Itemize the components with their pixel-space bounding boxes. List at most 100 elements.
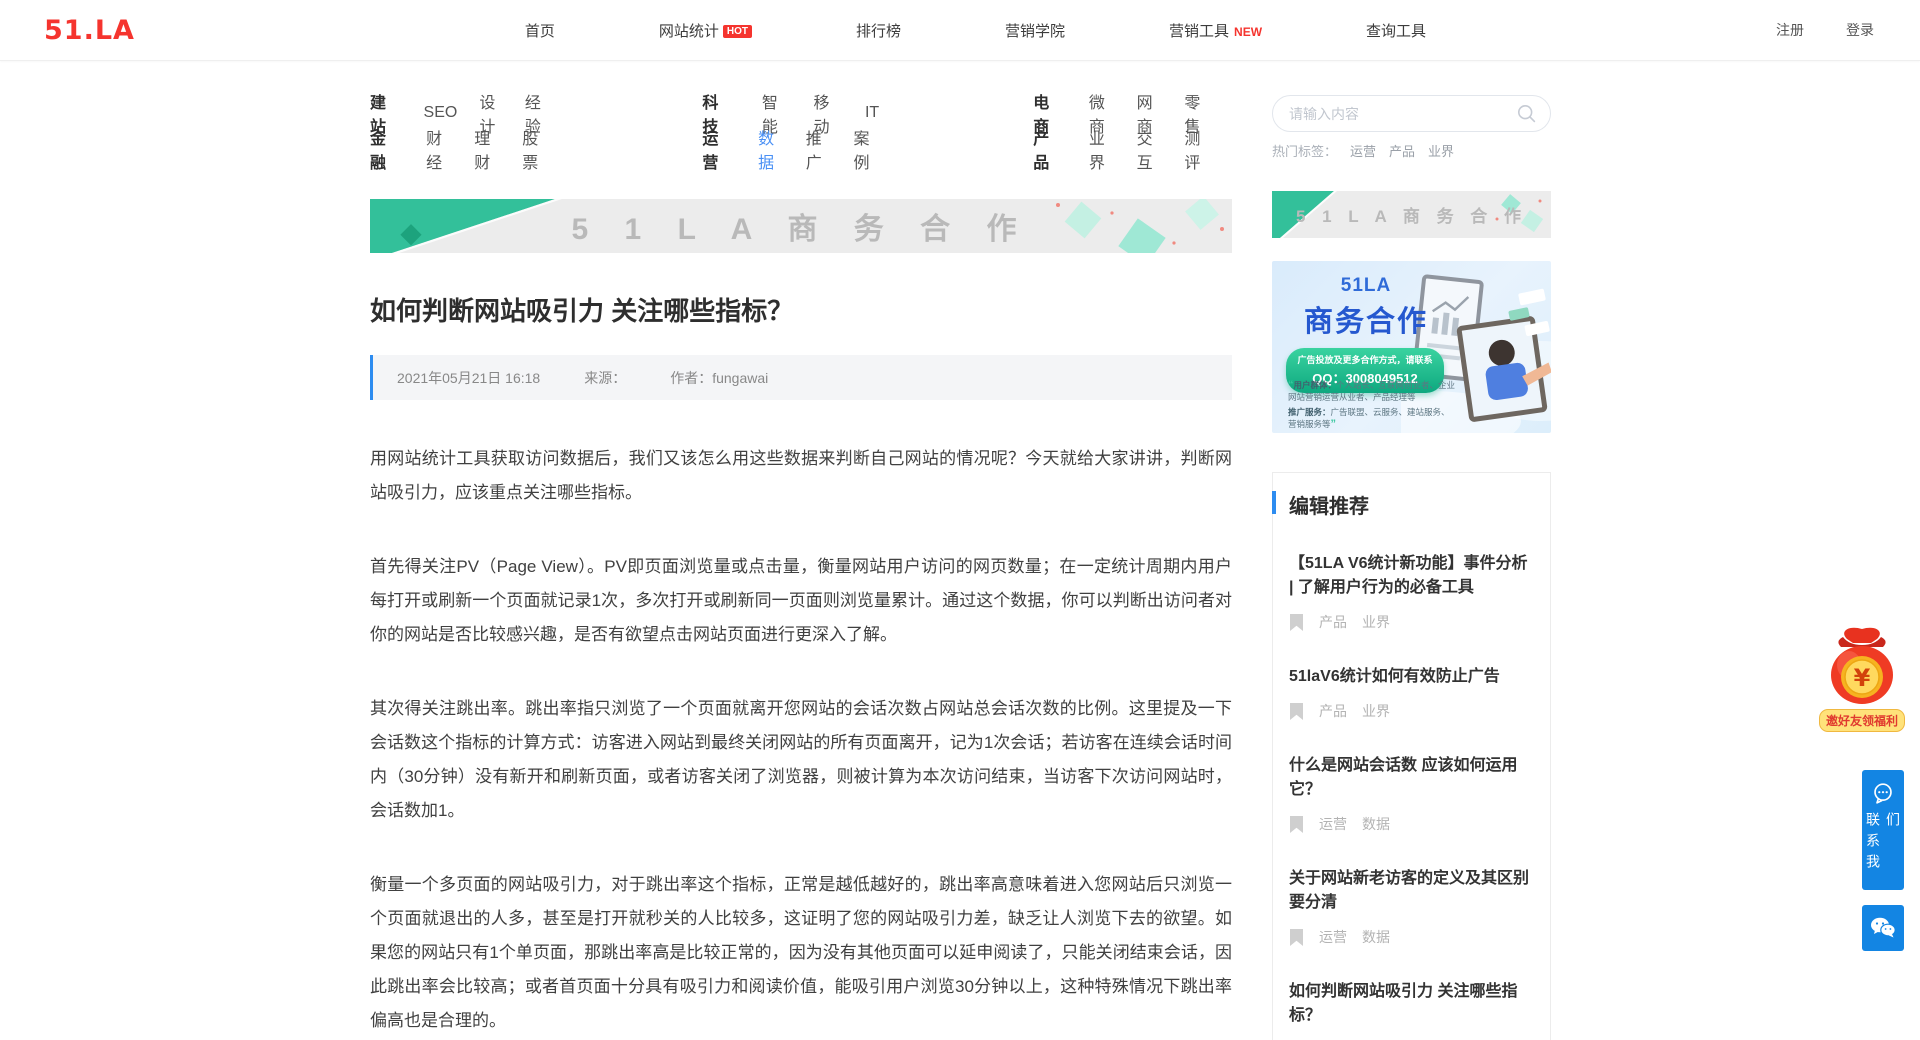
main-column: 建站 SEO 设计 经验 金融 财经 理财 股票 科技 智能 移动 IT [370, 95, 1232, 1040]
category-group-ecommerce: 电商 微商 网商 零售 产品 业界 交互 测评 [1033, 95, 1232, 167]
nav-item-label: 营销工具 [1169, 23, 1229, 40]
recommend-item-title[interactable]: 关于网站新老访客的定义及其区别要分清 [1289, 867, 1534, 915]
search-box [1272, 95, 1551, 132]
category-link-licai[interactable]: 理财 [474, 125, 500, 173]
category-row: 运营 数据 推广 案例 [702, 131, 901, 167]
top-navbar: 51.LA 首页 网站统计 HOT 排行榜 营销学院 营销工具NEW 查询工具 注… [0, 0, 1920, 61]
bookmark-icon [1289, 703, 1304, 720]
nav-item-ranking[interactable]: 排行榜 [856, 20, 901, 41]
hot-tag-yunying[interactable]: 运营 [1350, 141, 1376, 160]
category-link-gupiao[interactable]: 股票 [522, 125, 548, 173]
contact-us-label: 联系我们 [1863, 812, 1903, 890]
recommend-item-title[interactable]: 【51LA V6统计新功能】事件分析 | 了解用户行为的必备工具 [1289, 552, 1534, 600]
bookmark-icon [1289, 929, 1304, 946]
recommend-item-title[interactable]: 如何判断网站吸引力 关注哪些指标？ [1289, 980, 1534, 1028]
recommend-item-tags: 产品 业界 [1289, 612, 1534, 632]
recommend-tag[interactable]: 数据 [1362, 814, 1390, 834]
recommend-header: 编辑推荐 [1289, 490, 1534, 519]
nav-item-home[interactable]: 首页 [525, 20, 555, 41]
nav-item-marketing-tools[interactable]: 营销工具NEW [1169, 20, 1262, 41]
banner-text: 5 1 L A 商 务 合 作 [572, 204, 1031, 248]
category-link-shuju-active[interactable]: 数据 [758, 125, 784, 173]
recommend-tag[interactable]: 运营 [1319, 927, 1347, 947]
search-icon[interactable] [1517, 104, 1536, 123]
category-link-it[interactable]: IT [865, 104, 879, 122]
nav-item-label: 首页 [525, 23, 555, 40]
login-link[interactable]: 登录 [1846, 20, 1874, 40]
category-row: 金融 财经 理财 股票 [370, 131, 570, 167]
editor-recommend-box: 编辑推荐 【51LA V6统计新功能】事件分析 | 了解用户行为的必备工具 产品… [1272, 472, 1551, 1040]
article-paragraph: 衡量一个多页面的网站吸引力，对于跳出率这个指标，正常是越低越好的，跳出率高意味着… [370, 868, 1232, 1038]
nav-item-query-tools[interactable]: 查询工具 [1366, 20, 1426, 41]
hot-tag-chanpin[interactable]: 产品 [1389, 141, 1415, 160]
ad-notes: “用户群体：个人站长、互联网创业者、企业网站营销运营从业者、产品经理等 推广服务… [1288, 376, 1456, 430]
category-group-build: 建站 SEO 设计 经验 金融 财经 理财 股票 [370, 95, 570, 167]
nav-item-academy[interactable]: 营销学院 [1005, 20, 1065, 41]
article-meta-bar: 2021年05月21日 16:18 来源： 作者：fungawai [370, 355, 1232, 400]
category-link-tuiguang[interactable]: 推广 [806, 125, 832, 173]
hot-tag-yejie[interactable]: 业界 [1428, 141, 1454, 160]
contact-us-button[interactable]: 联系我们 [1862, 770, 1904, 890]
category-link-yejie[interactable]: 业界 [1089, 125, 1115, 173]
recommend-item[interactable]: 什么是网站会话数 应该如何运用它？ 运营 数据 [1289, 754, 1534, 834]
category-nav: 建站 SEO 设计 经验 金融 财经 理财 股票 科技 智能 移动 IT [370, 95, 1232, 167]
recommend-title: 编辑推荐 [1289, 496, 1369, 518]
ad-service-label: 推广服务： [1288, 407, 1331, 417]
category-link-caijing[interactable]: 财经 [426, 125, 452, 173]
category-link-ceping[interactable]: 测评 [1184, 125, 1210, 173]
article-author: 作者：fungawai [670, 368, 768, 388]
category-link-jiaohu[interactable]: 交互 [1137, 125, 1163, 173]
recommend-item-title[interactable]: 51laV6统计如何有效防止广告 [1289, 665, 1534, 689]
nav-item-stats[interactable]: 网站统计 HOT [659, 20, 752, 41]
category-group-tech: 科技 智能 移动 IT 运营 数据 推广 案例 [702, 95, 901, 167]
recommend-tag[interactable]: 业界 [1362, 701, 1390, 721]
wechat-button[interactable] [1862, 905, 1904, 951]
recommend-accent-bar [1272, 491, 1276, 514]
recommend-item-tags: 运营 数据 [1289, 814, 1534, 834]
recommend-tag[interactable]: 产品 [1319, 701, 1347, 721]
ad-title: 商务合作 [1286, 298, 1446, 340]
nav-item-label: 营销学院 [1005, 23, 1065, 40]
auth-links: 注册 登录 [1776, 20, 1874, 40]
category-link-seo[interactable]: SEO [424, 104, 458, 122]
invite-friends-label: 邀好友领福利 [1819, 709, 1905, 732]
article-title: 如何判断网站吸引力 关注哪些指标？ [370, 291, 1232, 328]
recommend-tag[interactable]: 运营 [1319, 814, 1347, 834]
category-head-jinrong[interactable]: 金融 [370, 125, 396, 173]
category-link-anli[interactable]: 案例 [854, 125, 880, 173]
recommend-tag[interactable]: 业界 [1362, 612, 1390, 632]
sidebar: 热门标签： 运营 产品 业界 5 1 L A 商 务 合 作 [1272, 95, 1551, 1040]
nav-item-label: 排行榜 [856, 23, 901, 40]
category-head-chanpin[interactable]: 产品 [1033, 125, 1059, 173]
site-logo[interactable]: 51.LA [44, 15, 135, 46]
register-link[interactable]: 注册 [1776, 20, 1804, 40]
recommend-item[interactable]: 51laV6统计如何有效防止广告 产品 业界 [1289, 665, 1534, 721]
business-coop-banner[interactable]: 5 1 L A 商 务 合 作 [370, 199, 1232, 253]
business-coop-ad-card[interactable]: 51LA 商务合作 广告投放及更多合作方式，请联系 QQ：3008049512 … [1272, 261, 1551, 433]
search-input[interactable] [1289, 106, 1517, 122]
quote-mark: ” [1331, 418, 1337, 430]
recommend-tag[interactable]: 数据 [1362, 927, 1390, 947]
hot-badge: HOT [723, 25, 752, 38]
article-paragraph: 用网站统计工具获取访问数据后，我们又该怎么用这些数据来判断自己网站的情况呢？今天… [370, 442, 1232, 510]
recommend-item[interactable]: 如何判断网站吸引力 关注哪些指标？ 运营 数据 [1289, 980, 1534, 1040]
article-body: 用网站统计工具获取访问数据后，我们又该怎么用这些数据来判断自己网站的情况呢？今天… [370, 442, 1232, 1040]
recommend-item-title[interactable]: 什么是网站会话数 应该如何运用它？ [1289, 754, 1534, 802]
sidebar-business-banner[interactable]: 5 1 L A 商 务 合 作 [1272, 191, 1551, 238]
article-paragraph: 其次得关注跳出率。跳出率指只浏览了一个页面就离开您网站的会话次数占网站总会话次数… [370, 692, 1232, 828]
category-head-yunying[interactable]: 运营 [702, 125, 728, 173]
ad-brand: 51LA [1286, 275, 1446, 297]
bookmark-icon [1289, 816, 1304, 833]
nav-item-label: 网站统计 [659, 23, 719, 40]
recommend-item[interactable]: 【51LA V6统计新功能】事件分析 | 了解用户行为的必备工具 产品 业界 [1289, 552, 1534, 632]
article-source-label: 来源： [584, 368, 626, 388]
recommend-item-tags: 产品 业界 [1289, 701, 1534, 721]
banner-text: 5 1 L A 商 务 合 作 [1296, 202, 1527, 227]
article-paragraph: 首先得关注PV（Page View）。PV即页面浏览量或点击量，衡量网站用户访问… [370, 550, 1232, 652]
svg-text:¥: ¥ [1854, 664, 1871, 692]
category-row: 产品 业界 交互 测评 [1033, 131, 1232, 167]
invite-friends-widget[interactable]: ¥ 邀好友领福利 [1812, 625, 1912, 732]
recommend-item[interactable]: 关于网站新老访客的定义及其区别要分清 运营 数据 [1289, 867, 1534, 947]
wechat-icon [1870, 917, 1896, 939]
recommend-tag[interactable]: 产品 [1319, 612, 1347, 632]
